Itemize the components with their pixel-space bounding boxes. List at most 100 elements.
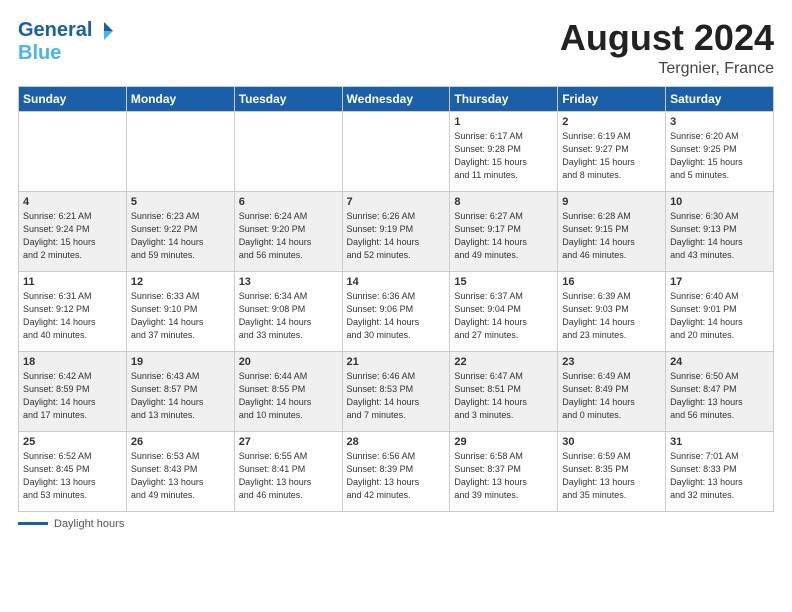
calendar-cell: 29 Sunrise: 6:58 AM Sunset: 8:37 PM Dayli… <box>450 431 558 511</box>
day-number: 19 <box>131 356 230 368</box>
day-number: 11 <box>23 276 122 288</box>
day-info: Sunrise: 6:40 AM Sunset: 9:01 PM Dayligh… <box>670 290 769 342</box>
calendar-cell: 23 Sunrise: 6:49 AM Sunset: 8:49 PM Dayli… <box>558 351 666 431</box>
calendar-cell: 31Sunrise: 7:01 AM Sunset: 8:33 PM Dayli… <box>666 431 774 511</box>
calendar-week-3: 11 Sunrise: 6:31 AM Sunset: 9:12 PM Dayli… <box>19 271 774 351</box>
day-number: 6 <box>239 196 338 208</box>
day-number: 10 <box>670 196 769 208</box>
day-number: 25 <box>23 436 122 448</box>
day-number: 23 <box>562 356 661 368</box>
calendar-cell: 27 Sunrise: 6:55 AM Sunset: 8:41 PM Dayli… <box>234 431 342 511</box>
logo: General Blue <box>18 18 115 65</box>
day-info: Sunrise: 6:55 AM Sunset: 8:41 PM Dayligh… <box>239 450 338 502</box>
col-sunday: Sunday <box>19 86 127 111</box>
col-saturday: Saturday <box>666 86 774 111</box>
day-info: Sunrise: 6:42 AM Sunset: 8:59 PM Dayligh… <box>23 370 122 422</box>
calendar-cell: 6 Sunrise: 6:24 AM Sunset: 9:20 PM Daylig… <box>234 191 342 271</box>
day-number: 30 <box>562 436 661 448</box>
day-info: Sunrise: 6:58 AM Sunset: 8:37 PM Dayligh… <box>454 450 553 502</box>
logo-general-text: General <box>18 19 92 42</box>
calendar-cell <box>126 111 234 191</box>
day-number: 20 <box>239 356 338 368</box>
day-number: 16 <box>562 276 661 288</box>
day-number: 9 <box>562 196 661 208</box>
calendar-cell: 30 Sunrise: 6:59 AM Sunset: 8:35 PM Dayli… <box>558 431 666 511</box>
day-info: Sunrise: 6:20 AM Sunset: 9:25 PM Dayligh… <box>670 130 769 182</box>
footer-line <box>18 522 48 525</box>
day-number: 7 <box>347 196 446 208</box>
day-info: Sunrise: 6:26 AM Sunset: 9:19 PM Dayligh… <box>347 210 446 262</box>
day-info: Sunrise: 6:34 AM Sunset: 9:08 PM Dayligh… <box>239 290 338 342</box>
calendar-cell <box>234 111 342 191</box>
col-friday: Friday <box>558 86 666 111</box>
day-info: Sunrise: 6:59 AM Sunset: 8:35 PM Dayligh… <box>562 450 661 502</box>
calendar-week-5: 25 Sunrise: 6:52 AM Sunset: 8:45 PM Dayli… <box>19 431 774 511</box>
calendar-cell: 7 Sunrise: 6:26 AM Sunset: 9:19 PM Daylig… <box>342 191 450 271</box>
calendar-cell: 4Sunrise: 6:21 AM Sunset: 9:24 PM Daylig… <box>19 191 127 271</box>
calendar-cell: 26 Sunrise: 6:53 AM Sunset: 8:43 PM Dayli… <box>126 431 234 511</box>
location: Tergnier, France <box>560 60 774 78</box>
calendar-cell: 9 Sunrise: 6:28 AM Sunset: 9:15 PM Daylig… <box>558 191 666 271</box>
day-number: 15 <box>454 276 553 288</box>
day-number: 2 <box>562 116 661 128</box>
calendar-cell: 5 Sunrise: 6:23 AM Sunset: 9:22 PM Daylig… <box>126 191 234 271</box>
day-number: 26 <box>131 436 230 448</box>
col-monday: Monday <box>126 86 234 111</box>
day-info: Sunrise: 6:31 AM Sunset: 9:12 PM Dayligh… <box>23 290 122 342</box>
day-info: Sunrise: 6:39 AM Sunset: 9:03 PM Dayligh… <box>562 290 661 342</box>
day-info: Sunrise: 6:36 AM Sunset: 9:06 PM Dayligh… <box>347 290 446 342</box>
footer-label: Daylight hours <box>54 518 124 530</box>
calendar-cell: 15 Sunrise: 6:37 AM Sunset: 9:04 PM Dayli… <box>450 271 558 351</box>
calendar-cell: 3Sunrise: 6:20 AM Sunset: 9:25 PM Daylig… <box>666 111 774 191</box>
calendar-cell: 13Sunrise: 6:34 AM Sunset: 9:08 PM Dayli… <box>234 271 342 351</box>
day-info: Sunrise: 6:23 AM Sunset: 9:22 PM Dayligh… <box>131 210 230 262</box>
month-title: August 2024 <box>560 18 774 58</box>
calendar-cell: 14 Sunrise: 6:36 AM Sunset: 9:06 PM Dayli… <box>342 271 450 351</box>
calendar-cell: 8 Sunrise: 6:27 AM Sunset: 9:17 PM Daylig… <box>450 191 558 271</box>
calendar-cell <box>19 111 127 191</box>
col-wednesday: Wednesday <box>342 86 450 111</box>
day-info: Sunrise: 6:44 AM Sunset: 8:55 PM Dayligh… <box>239 370 338 422</box>
calendar-cell <box>342 111 450 191</box>
title-block: August 2024 Tergnier, France <box>560 18 774 78</box>
calendar-cell: 17 Sunrise: 6:40 AM Sunset: 9:01 PM Dayli… <box>666 271 774 351</box>
day-number: 27 <box>239 436 338 448</box>
day-info: Sunrise: 6:17 AM Sunset: 9:28 PM Dayligh… <box>454 130 553 182</box>
logo-flag-icon <box>93 20 115 42</box>
calendar: Sunday Monday Tuesday Wednesday Thursday… <box>18 86 774 512</box>
day-number: 4 <box>23 196 122 208</box>
calendar-cell: 18Sunrise: 6:42 AM Sunset: 8:59 PM Dayli… <box>19 351 127 431</box>
day-info: Sunrise: 6:27 AM Sunset: 9:17 PM Dayligh… <box>454 210 553 262</box>
logo-blue-text: Blue <box>18 42 115 65</box>
calendar-cell: 10Sunrise: 6:30 AM Sunset: 9:13 PM Dayli… <box>666 191 774 271</box>
day-info: Sunrise: 6:52 AM Sunset: 8:45 PM Dayligh… <box>23 450 122 502</box>
header: General Blue August 2024 Tergnier, Franc… <box>18 18 774 78</box>
day-info: Sunrise: 6:24 AM Sunset: 9:20 PM Dayligh… <box>239 210 338 262</box>
calendar-cell: 11 Sunrise: 6:31 AM Sunset: 9:12 PM Dayli… <box>19 271 127 351</box>
day-info: Sunrise: 6:37 AM Sunset: 9:04 PM Dayligh… <box>454 290 553 342</box>
day-number: 17 <box>670 276 769 288</box>
calendar-cell: 28Sunrise: 6:56 AM Sunset: 8:39 PM Dayli… <box>342 431 450 511</box>
day-number: 29 <box>454 436 553 448</box>
day-number: 24 <box>670 356 769 368</box>
calendar-cell: 12Sunrise: 6:33 AM Sunset: 9:10 PM Dayli… <box>126 271 234 351</box>
calendar-cell: 21Sunrise: 6:46 AM Sunset: 8:53 PM Dayli… <box>342 351 450 431</box>
day-info: Sunrise: 6:53 AM Sunset: 8:43 PM Dayligh… <box>131 450 230 502</box>
calendar-cell: 1 Sunrise: 6:17 AM Sunset: 9:28 PM Daylig… <box>450 111 558 191</box>
calendar-week-1: 1 Sunrise: 6:17 AM Sunset: 9:28 PM Daylig… <box>19 111 774 191</box>
calendar-week-4: 18Sunrise: 6:42 AM Sunset: 8:59 PM Dayli… <box>19 351 774 431</box>
day-info: Sunrise: 6:47 AM Sunset: 8:51 PM Dayligh… <box>454 370 553 422</box>
day-number: 8 <box>454 196 553 208</box>
calendar-week-2: 4Sunrise: 6:21 AM Sunset: 9:24 PM Daylig… <box>19 191 774 271</box>
day-number: 14 <box>347 276 446 288</box>
col-tuesday: Tuesday <box>234 86 342 111</box>
day-number: 5 <box>131 196 230 208</box>
day-info: Sunrise: 6:28 AM Sunset: 9:15 PM Dayligh… <box>562 210 661 262</box>
footer: Daylight hours <box>18 518 774 530</box>
page: General Blue August 2024 Tergnier, Franc… <box>0 0 792 612</box>
day-number: 21 <box>347 356 446 368</box>
calendar-cell: 22Sunrise: 6:47 AM Sunset: 8:51 PM Dayli… <box>450 351 558 431</box>
day-info: Sunrise: 6:50 AM Sunset: 8:47 PM Dayligh… <box>670 370 769 422</box>
day-info: Sunrise: 6:49 AM Sunset: 8:49 PM Dayligh… <box>562 370 661 422</box>
day-number: 1 <box>454 116 553 128</box>
